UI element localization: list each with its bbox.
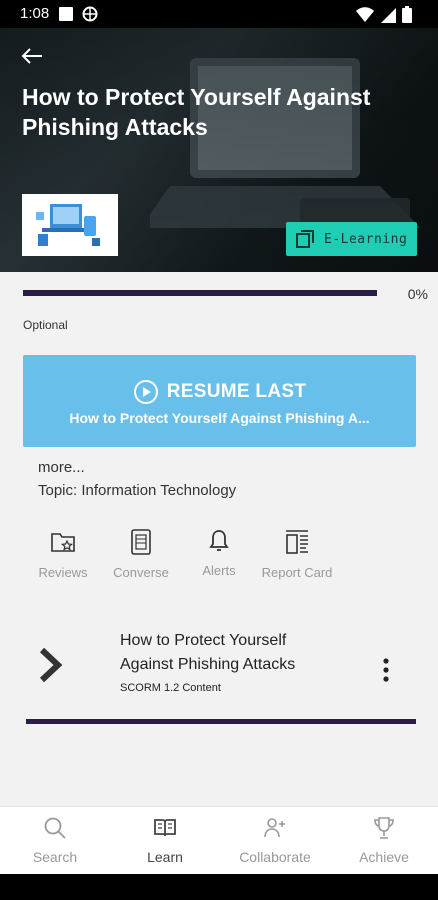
battery-icon: [402, 6, 412, 23]
book-icon: [154, 819, 176, 837]
e-learning-badge[interactable]: E-Learning: [286, 222, 417, 256]
trophy-icon: [374, 817, 394, 839]
reviews-label: Reviews: [38, 565, 88, 580]
content-progress-divider: [26, 719, 416, 724]
course-thumbnail: [22, 194, 118, 256]
bell-icon: [209, 530, 229, 551]
notification-icon: [59, 7, 73, 21]
content-type: SCORM 1.2 Content: [120, 682, 221, 694]
resume-label: RESUME LAST: [166, 381, 307, 402]
back-arrow-icon: [21, 48, 42, 64]
resume-last-button[interactable]: RESUME LAST How to Protect Yourself Agai…: [23, 355, 416, 447]
nav-collaborate[interactable]: Collaborate: [220, 815, 330, 865]
nav-collaborate-label: Collaborate: [239, 849, 311, 865]
reviews-button[interactable]: Reviews: [26, 528, 100, 580]
topic-label: Topic: Information Technology: [38, 482, 237, 499]
chevron-right-icon[interactable]: [38, 647, 64, 683]
more-options-icon[interactable]: [376, 657, 396, 683]
status-time: 1:08: [20, 5, 50, 22]
wifi-icon: [356, 6, 374, 22]
converse-label: Converse: [113, 565, 169, 580]
phishing-illustration: [36, 204, 100, 246]
system-navigation-bar: [0, 874, 438, 900]
content-item[interactable]: How to Protect Yourself Against Phishing…: [26, 615, 416, 715]
resume-subtitle: How to Protect Yourself Against Phishing…: [69, 410, 370, 426]
status-bar: 1:08: [0, 0, 438, 28]
report-card-label: Report Card: [261, 565, 333, 580]
course-title: How to Protect Yourself Against Phishing…: [22, 84, 371, 140]
content-title: How to Protect Yourself Against Phishing…: [120, 632, 296, 673]
nav-achieve[interactable]: Achieve: [329, 815, 438, 865]
nav-learn-label: Learn: [147, 849, 183, 865]
globe-icon: [82, 6, 98, 22]
person-add-icon: [264, 818, 285, 838]
nav-achieve-label: Achieve: [359, 849, 409, 865]
progress-bar: [23, 290, 377, 296]
signal-icon: [381, 7, 396, 23]
optional-label: Optional: [23, 318, 68, 332]
alerts-label: Alerts: [202, 563, 236, 578]
play-circle-icon: [133, 380, 158, 404]
bottom-navigation: Search Learn Collaborate Achieve: [0, 806, 438, 875]
e-learning-icon: [296, 230, 314, 248]
nav-search-label: Search: [32, 849, 78, 865]
converse-button[interactable]: Converse: [104, 528, 178, 580]
document-icon: [131, 529, 151, 555]
progress-percent: 0%: [407, 286, 428, 302]
back-button[interactable]: [20, 42, 52, 70]
more-link[interactable]: more...: [38, 459, 85, 476]
report-card-icon: [286, 530, 308, 554]
e-learning-label: E-Learning: [324, 231, 408, 247]
report-card-button[interactable]: Report Card: [260, 528, 334, 580]
alerts-button[interactable]: Alerts: [182, 528, 256, 578]
nav-search[interactable]: Search: [0, 815, 110, 865]
course-hero: How to Protect Yourself Against Phishing…: [0, 28, 438, 272]
nav-learn[interactable]: Learn: [110, 815, 220, 865]
action-bar: Reviews Converse Alerts Report Card: [26, 528, 346, 588]
search-icon: [44, 817, 66, 839]
folder-star-icon: [51, 533, 75, 552]
